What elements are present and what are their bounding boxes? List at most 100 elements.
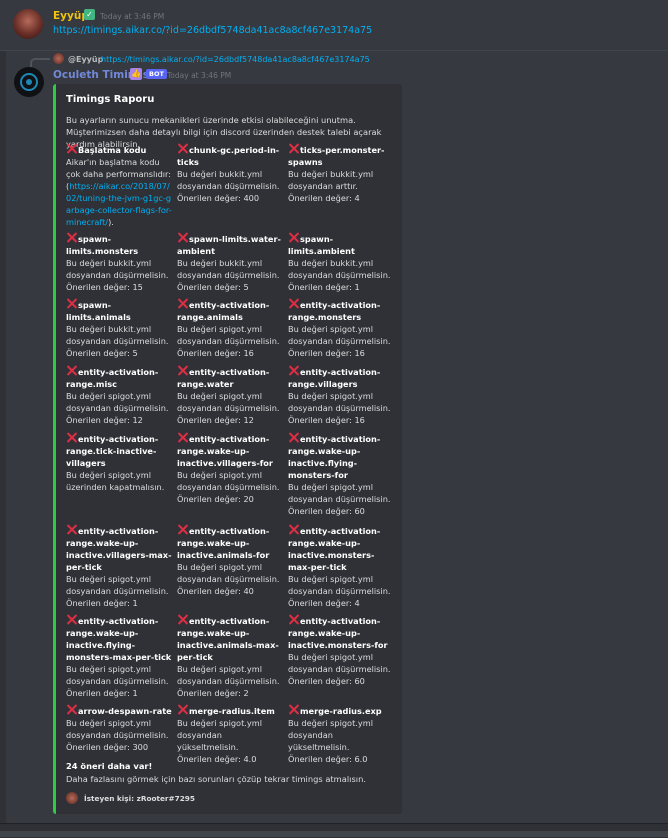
footer-avatar [66, 792, 78, 804]
field-link-line: (https://aikar.co/2018/07/02/tuning-the-… [66, 180, 174, 228]
embed-field: entity-activation-range.wake-up-inactive… [177, 432, 285, 505]
field-name-text: entity-activation-range.wake-up-inactive… [66, 526, 172, 572]
field-value-line: Bu değeri spigot.yml dosyandan düşürmeli… [288, 324, 391, 346]
field-value-line: Bu değeri spigot.yml dosyandan düşürmeli… [177, 470, 280, 492]
field-value-line: Bu değeri spigot.yml dosyandan yükseltme… [288, 718, 373, 752]
bot-logo-dot-icon [26, 79, 32, 85]
field-value-line: Bu değeri spigot.yml dosyandan düşürmeli… [177, 391, 280, 413]
bot-message-timestamp: Today at 3:46 PM [167, 71, 232, 80]
field-name: entity-activation-range.misc [66, 365, 174, 390]
field-value-line: Önerilen değer: 4.0 [177, 754, 257, 764]
red-x-icon [288, 143, 299, 154]
field-value-line: Bu değeri bukkit.yml dosyandan düşürmeli… [177, 169, 280, 191]
aikar-flags-link[interactable]: https://aikar.co/2018/07/02/tuning-the-j… [66, 181, 172, 227]
field-name: entity-activation-range.wake-up-inactive… [177, 432, 285, 469]
field-name-text: merge-radius.item [189, 706, 275, 716]
embed-field: entity-activation-range.wake-up-inactive… [177, 614, 285, 699]
field-name: entity-activation-range.villagers [288, 365, 396, 390]
field-value-line: Bu değeri bukkit.yml dosyandan düşürmeli… [66, 258, 169, 280]
field-value-line: Bu değeri bukkit.yml dosyandan düşürmeli… [66, 324, 169, 346]
field-name-text: entity-activation-range.wake-up-inactive… [66, 616, 172, 662]
embed-field: Başlatma kodu Aikar'ın başlatma kodu çok … [66, 143, 174, 228]
embed-field: entity-activation-range.villagers Bu değe… [288, 365, 396, 426]
red-x-icon [66, 232, 77, 243]
red-x-icon [66, 432, 77, 443]
field-value-line: Bu değeri spigot.yml dosyandan düşürmeli… [288, 652, 391, 674]
field-value-line: Bu değeri spigot.yml dosyandan düşürmeli… [177, 664, 280, 686]
field-value-line: Bu değeri spigot.yml dosyandan düşürmeli… [288, 482, 391, 504]
red-x-icon [288, 365, 299, 376]
field-name: entity-activation-range.wake-up-inactive… [66, 614, 174, 663]
reply-link[interactable]: https://timings.aikar.co/?id=26dbdf5748d… [101, 55, 370, 64]
field-name: entity-activation-range.tick-inactive-vi… [66, 432, 174, 469]
field-value-line: Önerilen değer: 5 [177, 282, 249, 292]
red-x-icon [66, 143, 77, 154]
field-name: ticks-per.monster-spawns [288, 143, 396, 168]
field-name: merge-radius.exp [288, 704, 396, 717]
field-name: spawn-limits.animals [66, 298, 174, 323]
field-value-line: Önerilen değer: 1 [66, 598, 138, 608]
field-name-text: entity-activation-range.wake-up-inactive… [288, 434, 381, 480]
bot-avatar[interactable] [14, 67, 44, 97]
message-timestamp: Today at 3:46 PM [100, 12, 165, 21]
field-value-line: Önerilen değer: 16 [288, 348, 365, 358]
embed-field: spawn-limits.monsters Bu değeri bukkit.ym… [66, 232, 174, 293]
field-name-text: arrow-despawn-rate [78, 706, 172, 716]
field-name-text: ticks-per.monster-spawns [288, 145, 385, 167]
embed-field: spawn-limits.water-ambient Bu değeri bukk… [177, 232, 285, 293]
red-x-icon [288, 298, 299, 309]
field-value-line: Bu değeri spigot.yml dosyandan düşürmeli… [288, 391, 391, 413]
embed-field: spawn-limits.ambient Bu değeri bukkit.yml… [288, 232, 396, 293]
field-value-line: Önerilen değer: 16 [177, 348, 254, 358]
reply-author[interactable]: @Eyyüp [68, 55, 103, 64]
field-value-line: Önerilen değer: 60 [288, 676, 365, 686]
reply-avatar[interactable] [53, 53, 64, 64]
field-name: spawn-limits.ambient [288, 232, 396, 257]
field-value-line: Önerilen değer: 40 [177, 586, 254, 596]
summary-text: Daha fazlasını görmek için bazı sorunlar… [66, 774, 366, 784]
field-name: entity-activation-range.wake-up-inactive… [177, 524, 285, 561]
field-value-line: Bu değeri spigot.yml dosyandan düşürmeli… [66, 664, 169, 686]
embed-field: entity-activation-range.wake-up-inactive… [66, 614, 174, 699]
field-value-line: Önerilen değer: 60 [288, 506, 365, 516]
red-x-icon [66, 524, 77, 535]
field-value-line: Önerilen değer: 5 [66, 348, 138, 358]
field-value-line: Önerilen değer: 1 [288, 282, 360, 292]
field-name-text: entity-activation-range.water [177, 367, 270, 389]
verified-badge-icon: ✓ [84, 9, 95, 20]
field-value-line: Önerilen değer: 400 [177, 193, 260, 203]
field-value-line: Bu değeri spigot.yml dosyandan yükseltme… [177, 718, 262, 752]
field-name-text: entity-activation-range.monsters [288, 300, 381, 322]
field-value-line: Önerilen değer: 16 [288, 415, 365, 425]
embed-field: spawn-limits.animals Bu değeri bukkit.yml… [66, 298, 174, 359]
embed-field: entity-activation-range.wake-up-inactive… [288, 432, 396, 517]
red-x-icon [66, 365, 77, 376]
field-name-text: entity-activation-range.wake-up-inactive… [177, 616, 279, 662]
red-x-icon [177, 614, 188, 625]
message-divider [0, 50, 668, 51]
field-name: spawn-limits.monsters [66, 232, 174, 257]
red-x-icon [177, 143, 188, 154]
field-value-line: Bu değeri bukkit.yml dosyandan düşürmeli… [177, 258, 280, 280]
field-name: entity-activation-range.water [177, 365, 285, 390]
embed-field: entity-activation-range.wake-up-inactive… [177, 524, 285, 597]
field-name: chunk-gc.period-in-ticks [177, 143, 285, 168]
field-value-line: Aikar'ın başlatma kodu çok daha performa… [66, 157, 172, 179]
field-value-line: Önerilen değer: 2 [177, 688, 249, 698]
red-x-icon [177, 432, 188, 443]
embed-field: entity-activation-range.wake-up-inactive… [66, 524, 174, 609]
field-value-line: Bu değeri bukkit.yml dosyandan düşürmeli… [288, 258, 391, 280]
field-name-text: entity-activation-range.wake-up-inactive… [288, 526, 381, 572]
field-name: entity-activation-range.wake-up-inactive… [288, 524, 396, 573]
embed-field: entity-activation-range.tick-inactive-vi… [66, 432, 174, 493]
field-name: Başlatma kodu [66, 143, 174, 156]
field-value-line: Bu değeri spigot.yml dosyandan düşürmeli… [177, 324, 280, 346]
field-value-line: Önerilen değer: 1 [66, 688, 138, 698]
field-name-text: entity-activation-range.wake-up-inactive… [177, 526, 270, 560]
red-x-icon [288, 232, 299, 243]
field-value-line: Önerilen değer: 12 [177, 415, 254, 425]
red-x-icon [66, 704, 77, 715]
user-avatar[interactable] [13, 9, 43, 39]
red-x-icon [288, 432, 299, 443]
timings-link[interactable]: https://timings.aikar.co/?id=26dbdf5748d… [53, 25, 372, 36]
